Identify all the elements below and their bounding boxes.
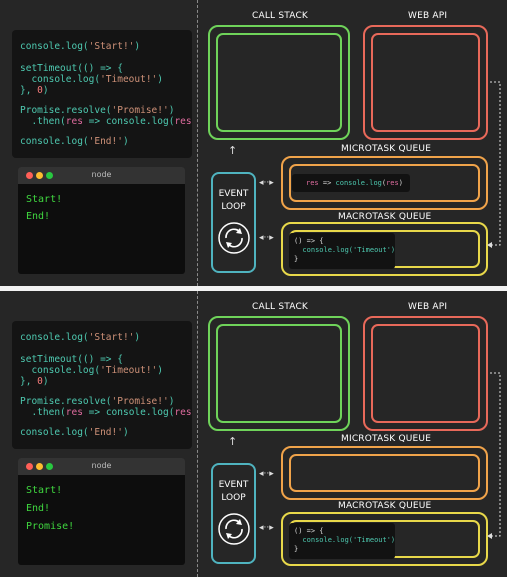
terminal-titlebar: node [18,167,185,184]
event-loop-label: EVENT LOOP [213,479,254,505]
code-line: }, 0) [20,376,49,387]
event-loop-box: EVENT LOOP [211,463,256,564]
event-label: EVENT [218,189,249,199]
terminal-output-line: Start! [26,485,63,496]
microtask-item: res => console.log(res) [292,174,410,192]
web-api-inner [371,33,480,132]
microtask-queue-label: MICROTASK QUEUE [341,144,432,154]
web-api-box [363,316,488,431]
call-stack-label: CALL STACK [252,302,309,312]
bidirectional-arrow-icon: ◂··▸ [259,233,274,243]
macrotask-queue-box: () => { console.log('Timeout') } [281,512,488,566]
call-stack-label: CALL STACK [252,11,309,21]
microtask-queue-box [281,446,488,500]
code-line: setTimeout(() => { [20,63,123,74]
web-api-label: WEB API [408,11,448,21]
macrotask-queue-label: MACROTASK QUEUE [338,501,432,511]
code-line: }, 0) [20,85,49,96]
divider [197,291,198,577]
arrow-up-icon: ↑ [228,144,238,157]
terminal-output-line: End! [26,503,51,514]
code-line: Promise.resolve('Promise!') [20,396,175,407]
call-stack-box [208,316,350,431]
loop-cycle-icon [218,513,250,545]
macrotask-item: () => { console.log('Timeout') } [289,233,395,269]
terminal-output-line: End! [26,211,51,222]
microtask-queue-inner [289,454,480,492]
terminal-window: node Start! End! Promise! [18,458,185,565]
loop-cycle-icon [218,222,250,254]
macrotask-item-line: console.log('Timeout') [294,536,396,544]
web-api-label: WEB API [408,302,448,312]
macrotask-queue-label: MACROTASK QUEUE [338,212,432,222]
web-api-box [363,25,488,140]
terminal-titlebar: node [18,458,185,475]
webapi-to-macrotask-arrow [487,372,501,539]
divider [197,0,198,286]
code-editor: console.log('Start!') setTimeout(() => {… [12,30,192,158]
arrow-up-icon: ↑ [228,435,238,448]
macrotask-queue-box: () => { console.log('Timeout') } [281,222,488,276]
terminal-window: node Start! End! [18,167,185,274]
code-line: console.log('Start!') [20,332,141,343]
code-editor: console.log('Start!') setTimeout(() => {… [12,321,192,449]
event-label: EVENT [218,480,249,490]
code-line: console.log('End!') [20,427,129,438]
microtask-item-text: res => console.log(res) [306,179,403,187]
macrotask-item-line: } [294,255,299,263]
bidirectional-arrow-icon: ◂··▸ [259,178,274,188]
macrotask-item-line: } [294,545,299,553]
code-line: setTimeout(() => { [20,354,123,365]
loop-label: LOOP [221,202,246,212]
webapi-to-macrotask-arrow [487,81,501,248]
code-line: console.log('Timeout!') [20,74,164,85]
macrotask-item-line: console.log('Timeout') [294,246,396,254]
microtask-queue-box: res => console.log(res) [281,156,488,210]
code-line: Promise.resolve('Promise!') [20,105,175,116]
event-loop-box: EVENT LOOP [211,172,256,273]
call-stack-inner [216,324,342,423]
terminal-output-line: Promise! [26,521,75,532]
macrotask-item-line: () => { [294,237,324,245]
terminal-title: node [91,461,112,470]
terminal-title: node [91,170,112,179]
call-stack-inner [216,33,342,132]
code-line: .then(res => console.log(res)) [20,116,192,127]
bidirectional-arrow-icon: ◂··▸ [259,469,274,479]
event-loop-label: EVENT LOOP [213,188,254,214]
microtask-queue-label: MICROTASK QUEUE [341,434,432,444]
code-line: .then(res => console.log(res)) [20,407,192,418]
code-line: console.log('Start!') [20,41,141,52]
web-api-inner [371,324,480,423]
code-line: console.log('End!') [20,136,129,147]
macrotask-item: () => { console.log('Timeout') } [289,523,395,559]
loop-label: LOOP [221,493,246,503]
macrotask-item-line: () => { [294,527,324,535]
code-line: console.log('Timeout!') [20,365,164,376]
terminal-output-line: Start! [26,194,63,205]
diagram-panel-2: console.log('Start!') setTimeout(() => {… [0,291,507,577]
call-stack-box [208,25,350,140]
diagram-panel-1: console.log('Start!') setTimeout(() => {… [0,0,507,286]
bidirectional-arrow-icon: ◂··▸ [259,523,274,533]
